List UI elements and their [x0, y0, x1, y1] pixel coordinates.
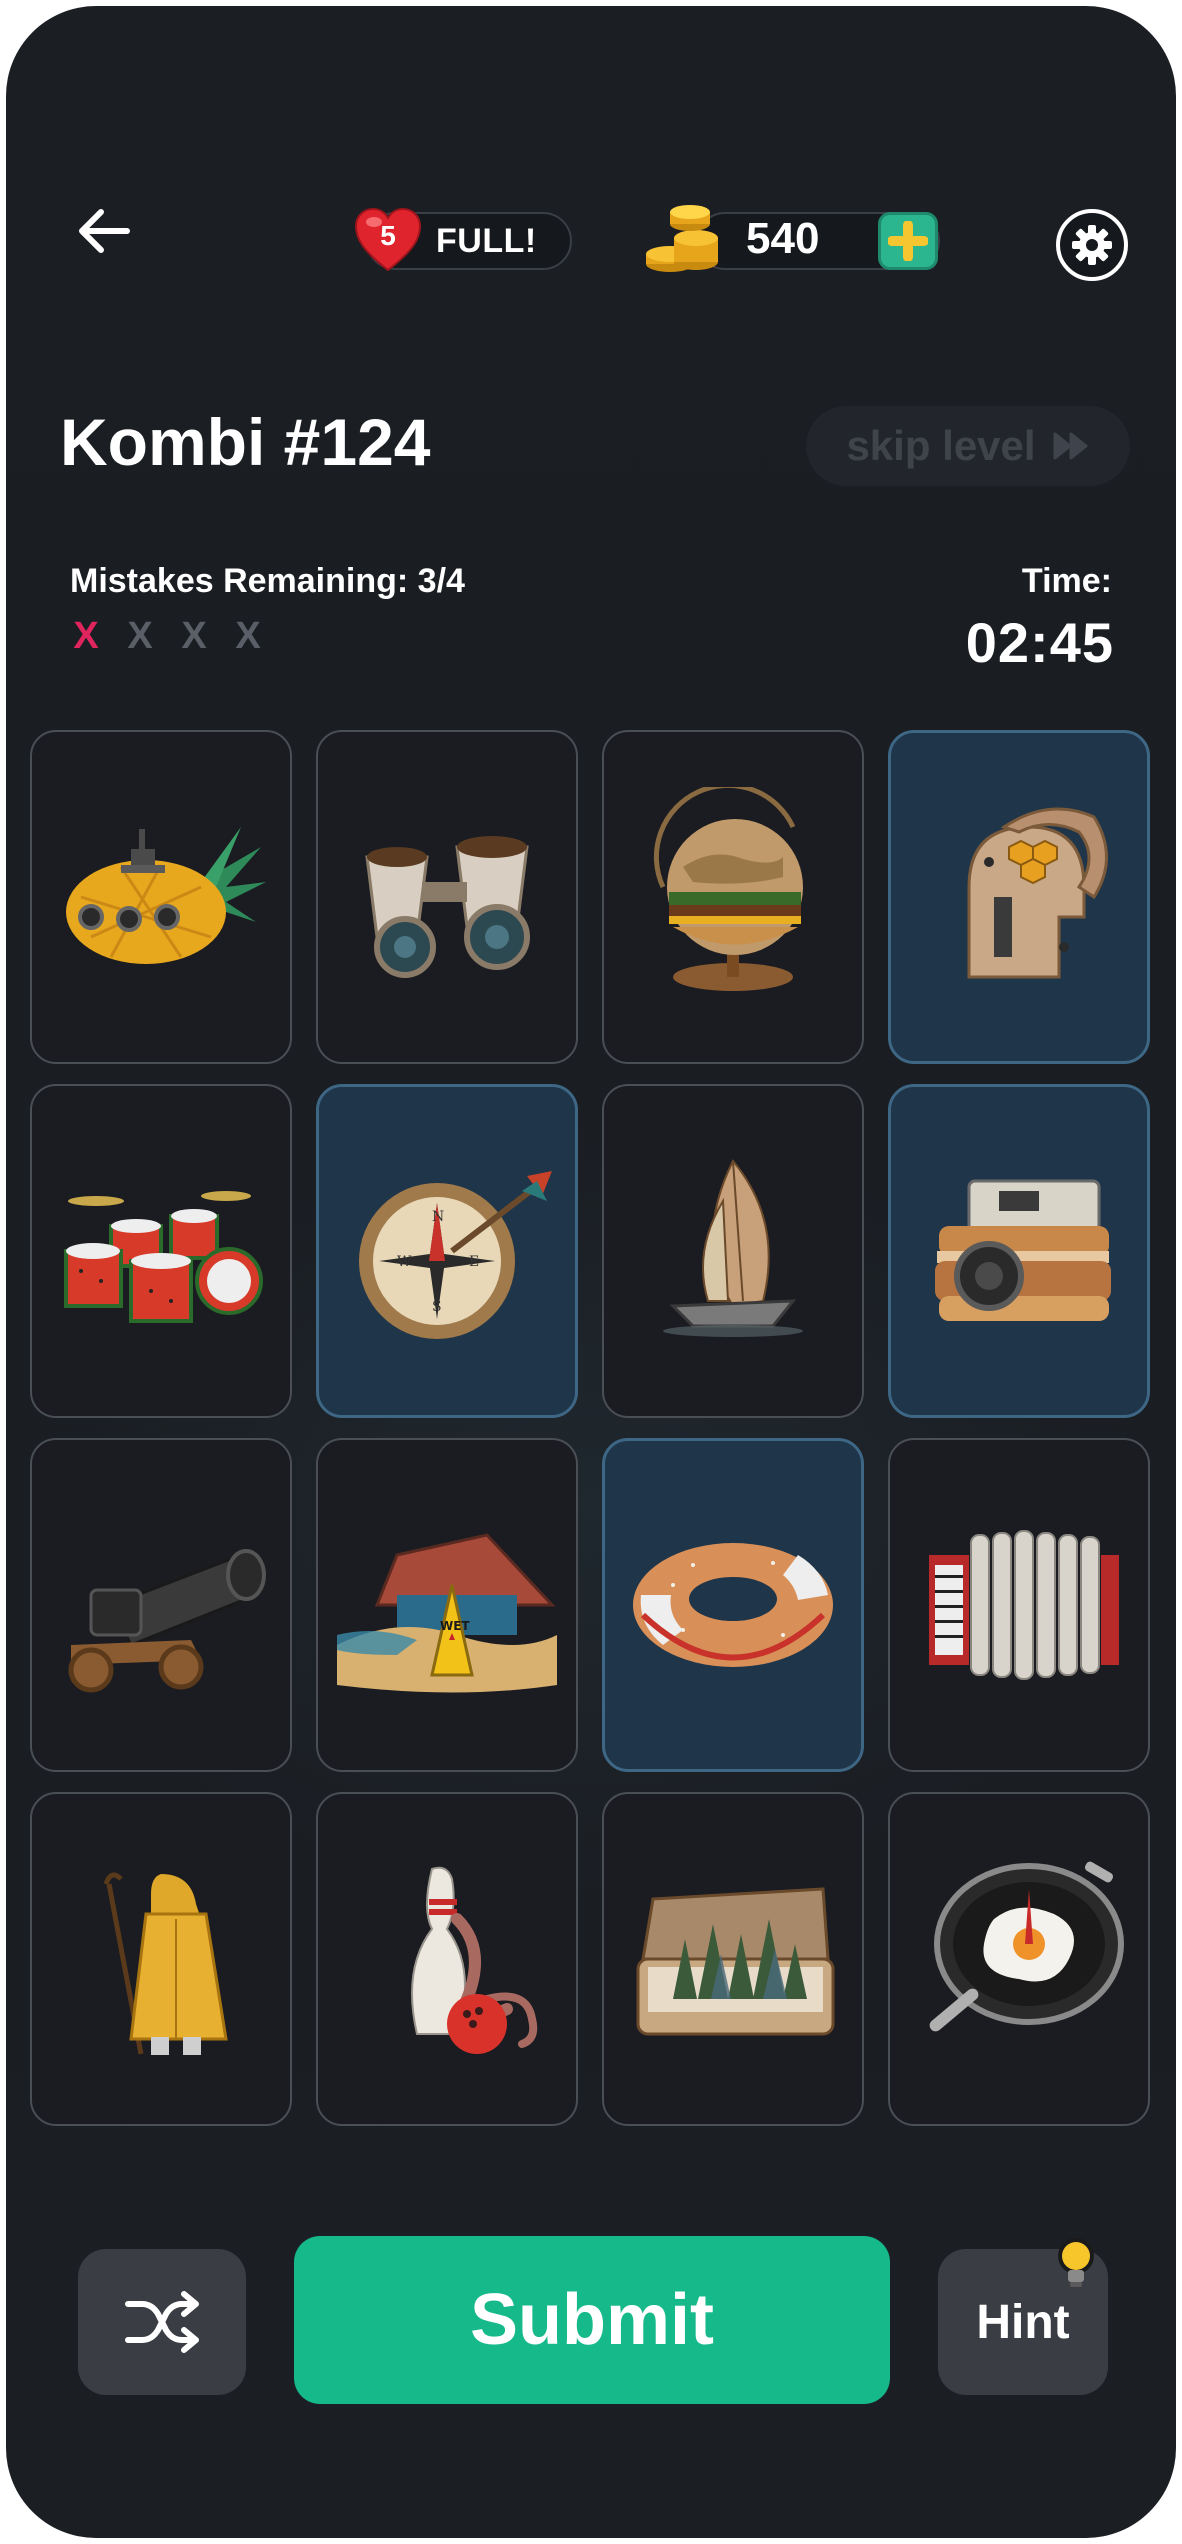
- svg-text:WET: WET: [440, 1619, 470, 1633]
- tile[interactable]: [30, 730, 292, 1064]
- lives-status: FULL!: [436, 222, 537, 260]
- mistakes-remaining-label: Mistakes Remaining: 3/4: [70, 562, 465, 600]
- fast-forward-icon: [1053, 432, 1088, 460]
- mistake-markers: XXXX: [70, 616, 264, 656]
- radiator-accordion-icon: [929, 1530, 1119, 1680]
- coin-balance: 540: [746, 214, 820, 263]
- mistake-marker: X: [127, 615, 153, 657]
- bagel-life-ring-icon: [633, 1543, 833, 1667]
- mistake-marker: X: [73, 615, 99, 657]
- submit-label: Submit: [470, 2280, 714, 2360]
- tile[interactable]: [602, 730, 864, 1064]
- coin-stack-icon: [646, 205, 718, 272]
- raincoat-shepherd-icon: [103, 1872, 228, 2055]
- leaf-sailboat-icon: [663, 1159, 803, 1337]
- sandwich-camera-icon: [935, 1179, 1111, 1321]
- tile[interactable]: [888, 1438, 1150, 1772]
- tile-selected[interactable]: [888, 730, 1150, 1064]
- beehive-helmet-icon: [967, 807, 1108, 979]
- tile[interactable]: [30, 1438, 292, 1772]
- skip-level-button[interactable]: skip level: [806, 406, 1130, 486]
- coffee-cup-binoculars-icon: [365, 836, 530, 978]
- svg-text:S: S: [432, 1299, 442, 1315]
- tile[interactable]: [602, 1792, 864, 2126]
- tile-grid: N W E S WET: [30, 730, 1156, 2126]
- egg-compass-pan-icon: [929, 1861, 1124, 2032]
- time-label: Time:: [1021, 562, 1112, 600]
- tile[interactable]: [602, 1084, 864, 1418]
- tile-selected[interactable]: [602, 1438, 864, 1772]
- buy-coins-button[interactable]: [878, 212, 938, 270]
- mistake-marker: X: [235, 615, 261, 657]
- plus-icon: [888, 221, 928, 261]
- gear-icon: [1072, 225, 1112, 265]
- burger-globe-icon: [653, 787, 803, 991]
- svg-text:W: W: [397, 1254, 412, 1270]
- tile[interactable]: [316, 730, 578, 1064]
- shuffle-button[interactable]: [78, 2249, 246, 2395]
- tile[interactable]: [888, 1792, 1150, 2126]
- pineapple-submarine-icon: [66, 827, 266, 964]
- tile[interactable]: WET: [316, 1438, 578, 1772]
- octopus-bowling-pin-icon: [411, 1866, 538, 2054]
- tile[interactable]: [30, 1084, 292, 1418]
- tile-selected[interactable]: N W E S: [316, 1084, 578, 1418]
- mistake-marker: X: [181, 615, 207, 657]
- compass-dart-icon: N W E S: [359, 1171, 552, 1339]
- suitcase-forest-icon: [636, 1887, 835, 2036]
- lightbulb-icon: [1058, 2238, 1094, 2287]
- back-button[interactable]: [68, 196, 138, 266]
- game-screen: 5 FULL! 540 Kombi #124 skip level Mistak…: [6, 6, 1176, 2538]
- hint-label: Hint: [976, 2295, 1070, 2349]
- arrow-left-icon: [79, 209, 130, 253]
- skip-level-label: skip level: [846, 422, 1036, 469]
- shuffle-icon: [125, 2291, 199, 2353]
- svg-text:N: N: [432, 1209, 444, 1225]
- wet-floor-beach-icon: WET: [337, 1533, 557, 1693]
- tile[interactable]: [316, 1792, 578, 2126]
- settings-button[interactable]: [1056, 209, 1128, 281]
- timer-value: 02:45: [965, 611, 1114, 674]
- puzzle-title: Kombi #124: [60, 405, 431, 479]
- camera-cannon-icon: [68, 1549, 266, 1693]
- lives-count: 5: [380, 220, 396, 251]
- submit-button[interactable]: Submit: [294, 2236, 890, 2404]
- tile[interactable]: [30, 1792, 292, 2126]
- watermelon-drum-kit-icon: [64, 1191, 263, 1323]
- svg-text:E: E: [469, 1254, 479, 1270]
- tile-selected[interactable]: [888, 1084, 1150, 1418]
